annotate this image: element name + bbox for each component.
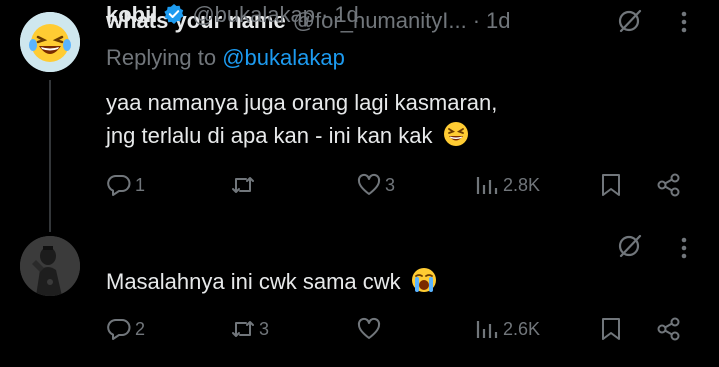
bookmark-icon — [602, 318, 620, 340]
reply-icon — [107, 174, 131, 196]
tweet-header: kobil @bukalakap · 1d — [106, 0, 359, 28]
grok-icon[interactable] — [617, 8, 643, 34]
separator-dot: · — [320, 2, 329, 27]
replying-to-label: Replying to — [106, 45, 217, 70]
timestamp[interactable]: 1d — [334, 2, 358, 28]
tweet-text-line-1: yaa namanya juga orang lagi kasmaran, — [106, 90, 498, 115]
avatar[interactable] — [20, 236, 80, 296]
like-button[interactable]: 3 — [356, 172, 395, 198]
avatar[interactable] — [20, 12, 80, 72]
repost-button[interactable] — [230, 172, 259, 198]
reply-icon — [107, 318, 131, 340]
more-options-icon[interactable] — [680, 10, 688, 34]
like-icon — [357, 317, 381, 339]
tweet-actions-bar: 2 3 2.6K — [0, 316, 719, 346]
timestamp[interactable]: 1d — [486, 8, 510, 34]
tweet-text-line-2: jng terlalu di apa kan - ini kan kak — [106, 119, 469, 152]
repost-count: 3 — [259, 318, 270, 339]
replying-to-mention[interactable]: @bukalakap — [222, 45, 345, 70]
share-icon — [657, 317, 680, 341]
views-button[interactable]: 2.6K — [474, 316, 540, 342]
bookmark-icon — [602, 174, 620, 196]
author-handle[interactable]: @bukalakap — [192, 2, 315, 28]
like-count: 3 — [385, 174, 396, 195]
person-photo-avatar-icon — [20, 236, 80, 296]
share-button[interactable] — [656, 172, 682, 198]
grinning-squinting-face-icon — [443, 122, 468, 146]
like-icon — [357, 173, 381, 195]
tweet-text-line-2-content: jng terlalu di apa kan - ini kan kak — [106, 123, 433, 148]
tweet-text-line-1-content: Masalahnya ini cwk sama cwk — [106, 269, 401, 294]
separator-dot: · — [472, 8, 481, 33]
tweet-actions-bar: 1 3 2.8K — [0, 172, 719, 202]
views-icon — [476, 321, 498, 338]
tweet-text-line-1: Masalahnya ini cwk sama cwk — [106, 265, 437, 298]
replying-to: Replying to @bukalakap — [106, 45, 345, 71]
reply-count: 1 — [135, 174, 146, 195]
laughing-emoji-avatar-icon — [20, 12, 80, 72]
author-name[interactable]: kobil — [106, 2, 157, 28]
like-button[interactable] — [356, 316, 385, 342]
more-options-icon[interactable] — [680, 236, 688, 260]
repost-icon — [232, 321, 254, 337]
share-button[interactable] — [656, 316, 682, 342]
views-count: 2.6K — [503, 318, 541, 339]
repost-button[interactable]: 3 — [230, 316, 269, 342]
loudly-crying-face-icon — [411, 268, 436, 292]
views-count: 2.8K — [503, 174, 541, 195]
reply-button[interactable]: 2 — [106, 316, 145, 342]
reply-count: 2 — [135, 318, 146, 339]
bookmark-button[interactable] — [598, 316, 624, 342]
reply-button[interactable]: 1 — [106, 172, 145, 198]
bookmark-button[interactable] — [598, 172, 624, 198]
share-icon — [657, 173, 680, 197]
views-icon — [476, 177, 498, 194]
verified-badge-icon[interactable] — [163, 3, 185, 25]
grok-icon[interactable] — [617, 233, 643, 259]
views-button[interactable]: 2.8K — [474, 172, 540, 198]
repost-icon — [232, 177, 254, 193]
